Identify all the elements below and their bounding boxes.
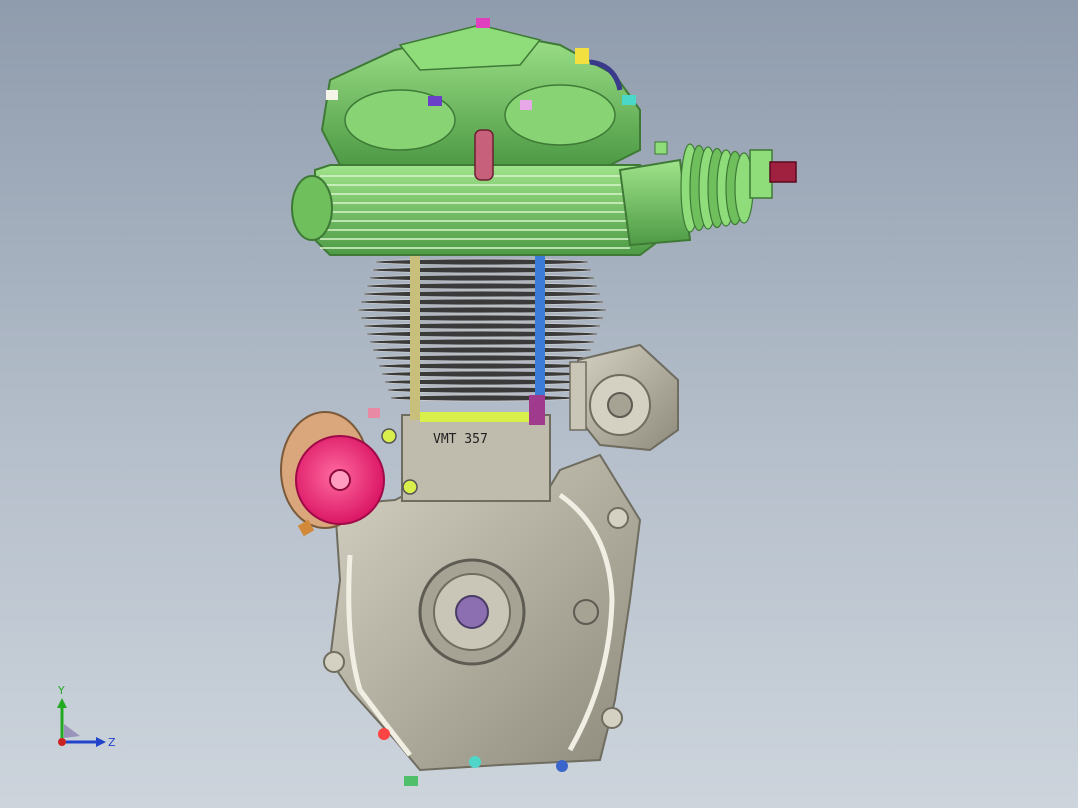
engraved-text: VMT 357 — [433, 432, 488, 447]
cooling-fin — [368, 338, 596, 346]
cooling-fin — [362, 322, 602, 330]
mount-lug — [601, 707, 623, 729]
3d-viewport[interactable]: VMT 357 Y Z — [0, 0, 1078, 808]
cylinder-head[interactable] — [291, 18, 661, 256]
plug — [469, 756, 481, 768]
cooling-fin — [365, 330, 599, 338]
engine-model[interactable]: VMT 357 — [0, 0, 1078, 808]
cooling-fin — [374, 354, 590, 362]
cooling-fin — [365, 282, 599, 290]
plug — [556, 760, 568, 772]
mount-lug — [607, 507, 629, 529]
cooling-fin — [371, 346, 593, 354]
spark-plug[interactable] — [474, 129, 494, 181]
exhaust-port[interactable] — [618, 141, 797, 247]
cooling-fin — [359, 314, 605, 322]
bolt — [573, 599, 599, 625]
cooling-fin — [377, 362, 587, 370]
plug — [378, 728, 390, 740]
cooling-fin — [374, 258, 590, 266]
x-axis — [58, 738, 66, 746]
intake-port[interactable] — [291, 175, 333, 241]
cooling-fin — [371, 266, 593, 274]
cooling-fin — [359, 298, 605, 306]
crank-hub — [455, 595, 489, 629]
cylinder-base[interactable]: VMT 357 — [401, 412, 551, 502]
axis-triad: Y Z — [57, 684, 116, 749]
mount-lug — [323, 651, 345, 673]
z-axis-label: Z — [108, 736, 116, 749]
y-axis-label: Y — [57, 684, 65, 697]
oil-pump[interactable] — [569, 343, 679, 452]
cooling-fin — [368, 274, 596, 282]
exhaust-nut — [769, 161, 797, 183]
drain-plug — [404, 776, 418, 786]
cooling-fin — [362, 290, 602, 298]
cooling-fin — [356, 306, 608, 314]
